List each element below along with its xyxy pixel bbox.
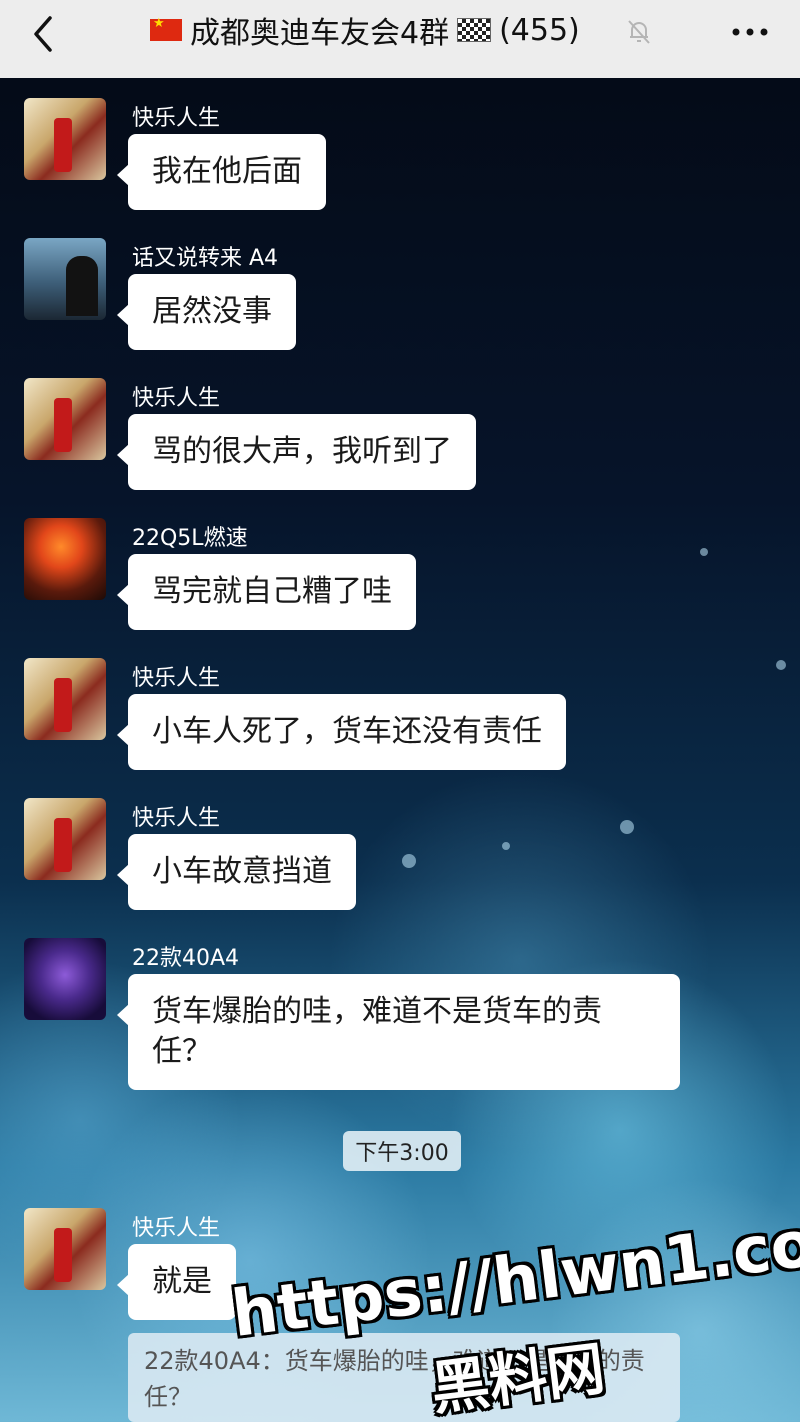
message-bubble[interactable]: 骂完就自己糟了哇 (117, 554, 416, 630)
bokeh-dot (700, 548, 708, 556)
bokeh-dot (776, 660, 786, 670)
sender-name: 快乐人生 (132, 806, 221, 831)
avatar[interactable] (24, 238, 106, 320)
message-bubble[interactable]: 小车人死了，货车还没有责任 (117, 694, 566, 770)
sender-name: 快乐人生 (132, 386, 221, 411)
chat-title: 成都奥迪车友会4群 (455) (150, 8, 660, 52)
message-bubble[interactable]: 骂的很大声，我听到了 (117, 414, 476, 490)
sender-name: 快乐人生 (132, 106, 221, 131)
message-bubble[interactable]: 居然没事 (117, 274, 296, 350)
member-count: (455) (499, 12, 580, 48)
chevron-left-icon (34, 16, 52, 52)
avatar[interactable] (24, 518, 106, 600)
avatar[interactable] (24, 938, 106, 1020)
more-dots-icon (732, 28, 768, 36)
avatar[interactable] (24, 798, 106, 880)
more-options-button[interactable] (726, 10, 774, 54)
china-flag-icon (150, 16, 182, 41)
message-bubble[interactable]: 小车故意挡道 (117, 834, 356, 910)
sender-name: 22Q5L燃速 (132, 526, 248, 551)
avatar[interactable] (24, 378, 106, 460)
avatar[interactable] (24, 98, 106, 180)
sender-name: 话又说转来 A4 (132, 246, 279, 271)
message-bubble[interactable]: 就是 (117, 1244, 236, 1320)
chat-header: 成都奥迪车友会4群 (455) (0, 0, 800, 78)
sender-name: 快乐人生 (132, 1216, 221, 1241)
message-bubble[interactable]: 货车爆胎的哇，难道不是货车的责任？ (117, 974, 680, 1090)
avatar[interactable] (24, 658, 106, 740)
bokeh-dot (502, 842, 510, 850)
sender-name: 22款40A4 (132, 946, 240, 971)
timestamp-divider: 下午3:00 (343, 1131, 461, 1171)
message-bubble[interactable]: 我在他后面 (117, 134, 326, 210)
checkered-flag-icon (457, 18, 492, 42)
bokeh-dot (402, 854, 416, 868)
avatar[interactable] (24, 1208, 106, 1290)
bell-muted-icon (624, 16, 654, 46)
bokeh-dot (620, 820, 634, 834)
sender-name: 快乐人生 (132, 666, 221, 691)
back-button[interactable] (22, 12, 66, 56)
chat-title-text: 成都奥迪车友会4群 (190, 16, 450, 51)
